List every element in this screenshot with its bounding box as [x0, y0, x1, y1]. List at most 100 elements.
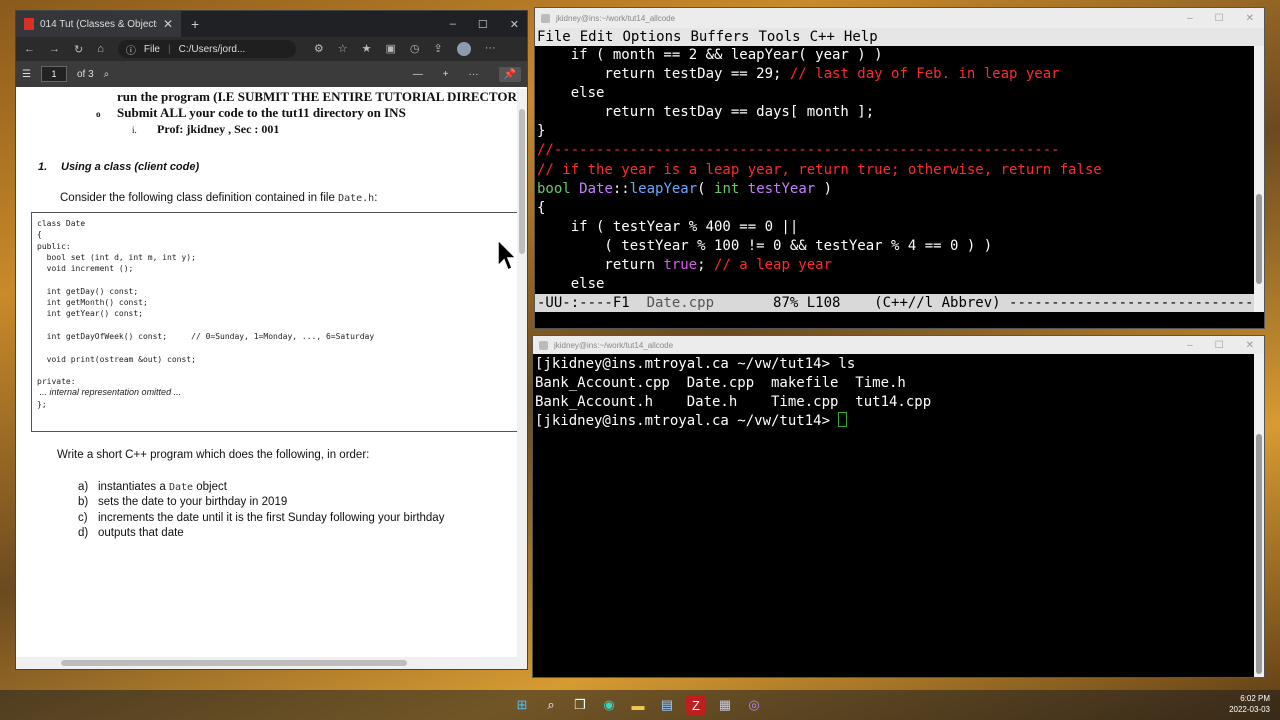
pdf-vertical-scrollbar[interactable] [517, 89, 527, 664]
edge-browser-icon[interactable]: ◉ [599, 695, 619, 715]
code-editor[interactable]: if ( month == 2 && leapYear( year ) ) re… [535, 46, 1264, 294]
code-line: ( testYear % 100 != 0 && testYear % 4 ==… [537, 237, 993, 254]
more-options-button[interactable]: ··· [469, 69, 479, 80]
code-line: { [537, 199, 546, 216]
extensions-icon[interactable]: ⚙ [314, 42, 324, 56]
obs-icon[interactable]: ◎ [744, 695, 764, 715]
file-explorer-icon[interactable]: ▬ [628, 695, 648, 715]
history-icon[interactable]: ◷ [410, 42, 420, 56]
terminal-line: [jkidney@ins.mtroyal.ca ~/vw/tut14> ls [535, 356, 856, 372]
section-title: Using a class (client code) [61, 161, 200, 173]
address-bar[interactable]: ⓘ File | C:/Users/jord... [117, 40, 296, 58]
code-line: //--------------------------------------… [537, 142, 1060, 159]
emacs-window: jkidney@ins:~/work/tut14_allcode – ☐ ✕ F… [534, 7, 1265, 329]
step-item: c) increments the date until it is the fi… [78, 511, 445, 524]
code-line: return testDay == 29; // last day of Feb… [537, 66, 1060, 83]
buffer-filename: Date.cpp [646, 295, 715, 311]
address-value: C:/Users/jord... [178, 43, 246, 55]
minimize-button[interactable]: – [450, 18, 456, 31]
minimize-button[interactable]: – [1187, 340, 1193, 351]
pdf-toolbar: ☰ 1 of 3 ⌕ — + ··· 📌 [16, 61, 527, 87]
pdf-horizontal-scrollbar[interactable] [16, 657, 527, 669]
back-arrow-icon[interactable]: ← [24, 43, 35, 55]
scroll-thumb[interactable] [1256, 194, 1262, 284]
favorite-star-icon[interactable]: ☆ [338, 42, 348, 56]
maximize-button[interactable]: ☐ [1215, 340, 1224, 351]
pin-toolbar-icon[interactable]: 📌 [498, 66, 521, 82]
date-h-filename: Date.h [338, 193, 375, 204]
contents-menu-icon[interactable]: ☰ [22, 69, 31, 80]
menu-tools[interactable]: Tools [758, 28, 800, 46]
tab-title: 014 Tut (Classes & Objects).pdf [40, 18, 157, 30]
profile-avatar[interactable] [456, 42, 471, 56]
terminal-app-icon [539, 340, 548, 350]
network-app-icon[interactable]: ▦ [715, 695, 735, 715]
search-icon[interactable]: ⌕ [104, 69, 110, 80]
menu-dots-icon[interactable]: ··· [485, 42, 496, 56]
filezilla-icon[interactable]: Z [686, 695, 706, 715]
step-item: a) instantiates a Date object [78, 481, 227, 493]
step-list: a) instantiates a Date object b) sets the … [78, 480, 444, 541]
terminal-line: Bank_Account.h Date.h Time.cpp tut14.cpp [535, 394, 932, 411]
pdf-browser-window: 014 Tut (Classes & Objects).pdf ✕ + – ☐ … [15, 10, 528, 670]
scroll-thumb[interactable] [519, 109, 525, 254]
menu-buffers[interactable]: Buffers [690, 28, 749, 46]
search-icon[interactable]: ⌕ [541, 695, 561, 715]
code-line: else [537, 85, 605, 102]
omitted-note: ... internal representation omitted ... [37, 387, 182, 398]
code-line: return true; // a leap year [537, 257, 833, 274]
close-window-button[interactable]: ✕ [510, 18, 519, 31]
remote-desktop-icon[interactable]: ▤ [657, 695, 677, 715]
maximize-button[interactable]: ☐ [478, 18, 488, 31]
scroll-thumb[interactable] [1256, 434, 1262, 674]
close-window-button[interactable]: ✕ [1246, 340, 1254, 351]
code-line: return testDay == days[ month ]; [537, 104, 875, 121]
favorites-icon[interactable]: ★ [362, 42, 372, 56]
refresh-icon[interactable]: ↻ [74, 43, 83, 56]
system-clock[interactable]: 6:02 PM 2022-03-03 [1229, 693, 1270, 715]
terminal-line: Bank_Account.cpp Date.cpp makefile Time.… [535, 375, 906, 392]
zoom-in-button[interactable]: + [443, 69, 449, 80]
address-label: File [143, 43, 160, 55]
menu-edit[interactable]: Edit [580, 28, 614, 46]
close-tab-icon[interactable]: ✕ [163, 17, 173, 31]
pdf-icon [24, 18, 34, 30]
terminal-scrollbar[interactable] [1254, 354, 1264, 677]
tab-pdf[interactable]: 014 Tut (Classes & Objects).pdf ✕ [16, 11, 181, 37]
minimize-button[interactable]: – [1187, 13, 1193, 24]
home-icon[interactable]: ⌂ [97, 43, 104, 55]
submit-code-text: Submit ALL your code to the tut11 direct… [117, 105, 406, 120]
collections-icon[interactable]: ▣ [386, 42, 396, 56]
section-number: 1. [38, 161, 48, 173]
task-view-icon[interactable]: ❐ [570, 695, 590, 715]
code-line: else [537, 276, 605, 293]
terminal-title: jkidney@ins:~/work/tut14_allcode [554, 340, 674, 350]
clock-time: 6:02 PM [1240, 694, 1270, 703]
clock-date: 2022-03-03 [1229, 705, 1270, 714]
code-line: } [537, 123, 546, 140]
step-item: b) sets the date to your birthday in 2019 [78, 496, 288, 509]
scroll-thumb[interactable] [61, 660, 407, 666]
terminal-prompt-line: [jkidney@ins.mtroyal.ca ~/vw/tut14> [535, 412, 1264, 431]
address-toolbar: ← → ↻ ⌂ ⓘ File | C:/Users/jord... ⚙ ☆ ★ … [16, 37, 527, 61]
emacs-scrollbar[interactable] [1254, 46, 1264, 312]
menu-file[interactable]: File [537, 28, 571, 46]
emacs-modeline: -UU-:----F1 Date.cpp 87% L108 (C++//l Ab… [535, 294, 1254, 312]
consider-paragraph: Consider the following class definition … [60, 192, 378, 204]
new-tab-button[interactable]: + [191, 16, 199, 32]
menu-cpp[interactable]: C++ [810, 28, 835, 46]
menu-help[interactable]: Help [844, 28, 878, 46]
zoom-out-button[interactable]: — [413, 69, 423, 80]
page-number-input[interactable]: 1 [40, 66, 67, 82]
section-heading: 1. Using a class (client code) [38, 161, 199, 173]
code-line: // if the year is a leap year, return tr… [537, 161, 1102, 178]
windows-start-icon[interactable]: ⊞ [512, 695, 532, 715]
terminal-output[interactable]: [jkidney@ins.mtroyal.ca ~/vw/tut14> ls Ba… [533, 354, 1264, 431]
forward-arrow-icon[interactable]: → [49, 43, 60, 55]
write-instruction: Write a short C++ program which does the… [57, 449, 370, 461]
maximize-button[interactable]: ☐ [1215, 13, 1224, 24]
code-line: bool Date::leapYear( int testYear ) [537, 180, 833, 197]
menu-options[interactable]: Options [622, 28, 681, 46]
share-icon[interactable]: ⇪ [434, 42, 443, 56]
close-window-button[interactable]: ✕ [1246, 13, 1254, 24]
